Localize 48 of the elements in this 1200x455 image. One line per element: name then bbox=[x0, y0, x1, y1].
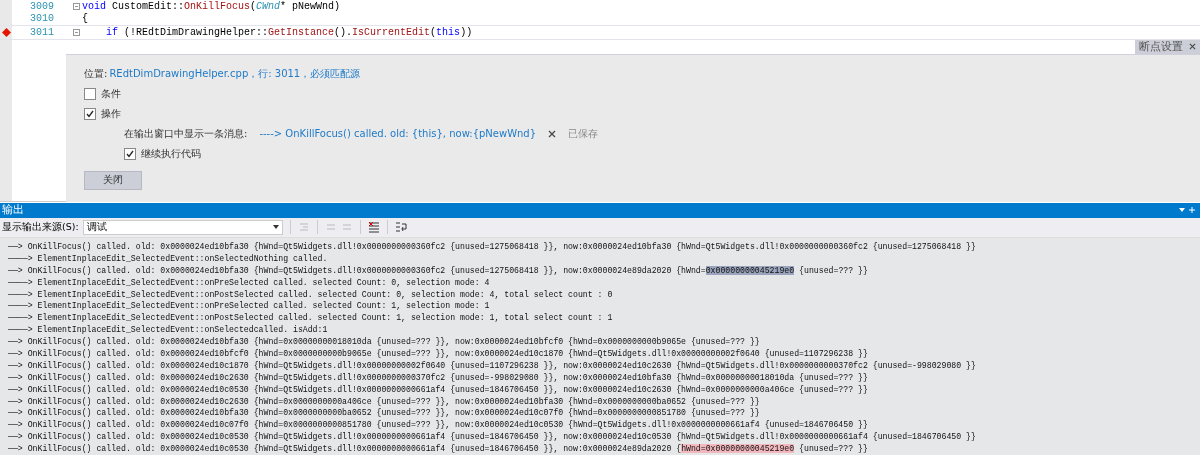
code-line: if (!REdtDimDrawingHelper::GetInstance().IsCurrentEdit(this)) bbox=[105, 26, 473, 38]
output-line: ——> OnKillFocus() called. old: 0x0000024ed10c1870 {hWnd=Qt5Widgets.dll!0x00000000002f0640 {unused=1107296238 }}, now:0x0000024ed10c2630 {hWnd=Qt5Widgets.dll!0x0000000000370fc2 {unused=-998029080 }} bbox=[8, 359, 977, 372]
output-line: ————> ElementInplaceEdit_SelectedEvent::onPostSelected called. selected Count: 0, selection mode: 4, total select count : 0 bbox=[8, 288, 614, 301]
message-text[interactable]: ----> OnKillFocus() called. old: {this}, now:{pNewWnd} bbox=[259, 128, 537, 139]
checkbox[interactable] bbox=[84, 87, 96, 100]
word-wrap-icon[interactable] bbox=[394, 221, 407, 234]
checkbox-label: 操作 bbox=[101, 106, 121, 121]
collapse-icon[interactable] bbox=[73, 28, 80, 36]
close-icon bbox=[1189, 43, 1196, 50]
code-line: void CustomEdit::OnKillFocus(CWnd* pNewWnd) bbox=[82, 0, 341, 12]
checkbox[interactable] bbox=[84, 107, 96, 120]
output-line: ————> ElementInplaceEdit_SelectedEvent::onSelectedcalled. isAdd:1 bbox=[8, 324, 329, 337]
line-number: 3010 bbox=[29, 13, 55, 25]
line-number: 3009 bbox=[29, 0, 55, 12]
output-line: ——> OnKillFocus() called. old: 0x0000024ed10c0530 {hWnd=Qt5Widgets.dll!0x0000000000661af4 {unused=1846706450 }}, now:0x0000024ed10c2630 {hWnd=0x0000000000a406ce {unused=??? }} bbox=[8, 383, 869, 396]
checkbox-label: 继续执行代码 bbox=[141, 146, 201, 161]
source-dropdown[interactable]: 调试 bbox=[82, 219, 283, 235]
clear-all-icon[interactable] bbox=[367, 221, 380, 234]
output-line: ——> OnKillFocus() called. old: 0x0000024ed10bfa30 {hWnd=Qt5Widgets.dll!0x0000000000360fc2 {unused=1275068418 }}, now:0x0000024e89da2020 {hWnd=0x00000000045219e0 {unused=??? }} bbox=[8, 264, 869, 277]
output-line: ——> OnKillFocus() called. old: 0x0000024ed10bfa30 {hWnd=0x0000000000ba0652 {unused=??? }}, now:0x0000024ed10c07f0 {hWnd=0x0000000000851780 {unused=??? }} bbox=[8, 407, 761, 420]
breakpoint-icon[interactable] bbox=[1, 27, 11, 37]
pin-icon[interactable] bbox=[1178, 206, 1196, 215]
output-line: ——> OnKillFocus() called. old: 0x0000024ed10bfa30 {hWnd=Qt5Widgets.dll!0x0000000000360fc2 {unused=1275068418 }}, now:0x0000024ed10bfa30 {hWnd=Qt5Widgets.dll!0x0000000000360fc2 {unused=1275068418 }} bbox=[8, 240, 977, 253]
output-line: ——> OnKillFocus() called. old: 0x0000024ed10c0530 {hWnd=Qt5Widgets.dll!0x0000000000661af4 {unused=1846706450 }}, now:0x0000024ed10c0530 {hWnd=Qt5Widgets.dll!0x0000000000661af4 {unused=1846706450 }} bbox=[8, 431, 977, 444]
checkbox[interactable] bbox=[124, 147, 136, 160]
output-line: ——> OnKillFocus() called. old: 0x0000024ed10c07f0 {hWnd=0x0000000000851780 {unused=??? }}, now:0x0000024ed10c0530 {hWnd=Qt5Widgets.dll!0x0000000000661af4 {unused=1846706450 }} bbox=[8, 419, 869, 432]
location-label: 位置: bbox=[84, 66, 108, 81]
output-line: ————> ElementInplaceEdit_SelectedEvent::onPreSelected called. selected Count: 1, selection mode: 1 bbox=[8, 300, 491, 313]
source-label: 显示输出来源(S): bbox=[2, 220, 79, 234]
output-line: ————> ElementInplaceEdit_SelectedEvent::onSelectedNothing called. bbox=[8, 252, 329, 265]
action-label: 在输出窗口中显示一条消息: bbox=[124, 126, 248, 141]
panel-title: 输出 bbox=[2, 203, 24, 218]
output-line: ——> OnKillFocus() called. old: 0x0000024ed10bfcf0 {hWnd=0x0000000000b9065e {unused=??? }}, now:0x0000024ed10c1870 {hWnd=Qt5Widgets.dll!0x00000000002f0640 {unused=1107296238 }} bbox=[8, 348, 869, 360]
saved-status: 已保存 bbox=[568, 126, 599, 141]
close-icon[interactable] bbox=[548, 129, 557, 138]
location-link[interactable]: REdtDimDrawingHelper.cpp，行: 3011，必须匹配源 bbox=[109, 66, 361, 81]
line-number: 3011 bbox=[29, 26, 55, 38]
output-line: ————> ElementInplaceEdit_SelectedEvent::onPreSelected called. selected Count: 0, selection mode: 4 bbox=[8, 276, 491, 289]
output-line: ——> OnKillFocus() called. old: 0x0000024ed10c0530 {hWnd=Qt5Widgets.dll!0x0000000000661af4 {unused=1846706450 }}, now:0x0000024e89da2020 {hWnd=0x00000000045219e0 {unused=??? }} bbox=[8, 443, 869, 455]
output-line: ——> OnKillFocus() called. old: 0x0000024ed10c2630 {hWnd=Qt5Widgets.dll!0x0000000000370fc2 {unused=-998029080 }}, now:0x0000024ed10bfa30 {hWnd=0x00000000018010da {unused=??? }} bbox=[8, 371, 869, 384]
checkbox-label: 条件 bbox=[101, 86, 121, 101]
output-line: ——> OnKillFocus() called. old: 0x0000024ed10bfa30 {hWnd=0x00000000018010da {unused=??? }}, now:0x0000024ed10bfcf0 {hWnd=0x0000000000b9065e {unused=??? }} bbox=[8, 336, 761, 348]
code-line: { bbox=[82, 13, 88, 25]
collapse-icon[interactable] bbox=[73, 2, 80, 10]
close-button[interactable]: 关闭 bbox=[84, 170, 142, 190]
output-line: ————> ElementInplaceEdit_SelectedEvent::onPostSelected called. selected Count: 1, selection mode: 1, total select count : 1 bbox=[8, 312, 614, 325]
caret-icon bbox=[272, 225, 279, 230]
output-line: ——> OnKillFocus() called. old: 0x0000024ed10c2630 {hWnd=0x0000000000a406ce {unused=??? }}, now:0x0000024ed10bfa30 {hWnd=0x0000000000ba0652 {unused=??? }} bbox=[8, 395, 761, 408]
